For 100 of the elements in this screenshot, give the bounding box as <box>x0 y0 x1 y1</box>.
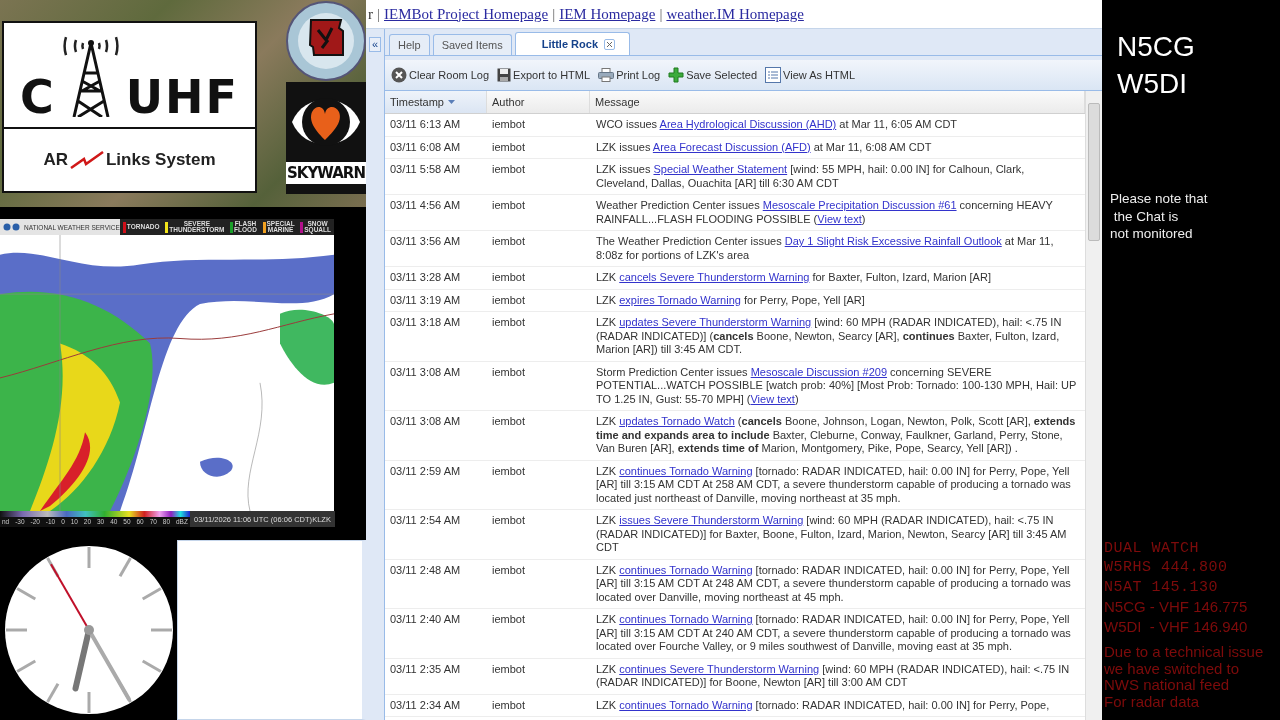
homepage-link[interactable]: IEMBot Project Homepage <box>384 5 549 23</box>
timestamp-cell-text: 03/11 2:40 AM <box>389 612 462 627</box>
timestamp-cell-text: 03/11 5:58 AM <box>389 162 462 177</box>
author-cell-text: iembot <box>491 463 527 479</box>
toolbar-button[interactable]: Save Selected <box>666 67 760 83</box>
author-cell-text: iembot <box>491 292 527 308</box>
list-icon <box>765 67 782 83</box>
column-header[interactable]: Timestamp <box>385 91 487 113</box>
author-cell-text: iembot <box>491 270 527 285</box>
author-cell-text: iembot <box>491 162 527 177</box>
message-link[interactable]: issues Severe Thunderstorm Warning <box>619 514 804 526</box>
author-cell-text: iembot <box>491 562 527 578</box>
message-link[interactable]: Day 1 Slight Risk Excessive Rainfall Outlook <box>784 235 1002 247</box>
message-text: LZK expires Tornado Warning for Perry, Pope, Yell [AR] <box>595 292 866 308</box>
timestamp-cell-text: 03/11 3:19 AM <box>389 292 462 308</box>
link-separator: | <box>552 5 556 23</box>
toolbar-button[interactable]: Export to HTML <box>495 68 593 82</box>
message-text: LZK continues Tornado Warning [tornado: RADAR INDICATED, hail: 0.00 IN] for Perry, Pope, Yell [AR] till 3:15 AM CDT At 240 AM CDT, a severe thunderstorm capable of producing a tornado was located over Fourche Valley, or 9 miles southwest of Danville, moving east at 35 mph. <box>595 612 1072 654</box>
message-link[interactable]: continues Severe Thunderstorm Warning <box>619 662 820 675</box>
message-text: LZK continues Tornado Warning [tornado: RADAR INDICATED, hail: 0.00 IN] for Perry, Pope, <box>595 697 1051 713</box>
message-link[interactable]: Mesoscale Discussion #209 <box>750 365 888 378</box>
message-link[interactable]: Special Weather Statement <box>653 163 788 175</box>
author-cell-text: iembot <box>491 139 527 155</box>
message-text: LZK cancels Severe Thunderstorm Warning for Baxter, Fulton, Izard, Marion [AR] <box>595 270 992 285</box>
message-link[interactable]: updates Tornado Watch <box>619 415 735 427</box>
author-cell-text: iembot <box>491 612 527 627</box>
timestamp-cell-text: 03/11 4:56 AM <box>389 198 462 213</box>
author-cell-text: iembot <box>491 198 527 213</box>
scroll-thumb[interactable] <box>1088 103 1100 241</box>
author-cell-text: iembot <box>491 697 527 713</box>
plus-icon <box>668 67 685 83</box>
message-link[interactable]: Mesoscale Precipitation Discussion #61 <box>762 199 957 211</box>
link-separator: | <box>377 5 380 23</box>
message-text: LZK continues Tornado Warning [tornado: RADAR INDICATED, hail: 0.00 IN] for Perry, Pope, Yell [AR] till 3:15 AM CDT At 248 AM CDT, a severe thunderstorm capable of producing a tornado was located over Danville, moving northeast at 45 mph. <box>595 562 1072 605</box>
frequency-line: N5AT 145.130 <box>1104 577 1220 597</box>
link-separator: | <box>659 5 663 23</box>
message-link[interactable]: cancels Severe Thunderstorm Warning <box>619 271 810 283</box>
message-link[interactable]: continues Tornado Warning <box>619 464 753 477</box>
timestamp-cell-text: 03/11 3:08 AM <box>389 414 462 429</box>
sort-caret-icon <box>448 100 455 104</box>
timestamp-cell-text: 03/11 3:28 AM <box>389 270 462 285</box>
message-text: LZK updates Severe Thunderstorm Warning [wind: 60 MPH (RADAR INDICATED), hail: <.75 IN (RADAR INDICATED)] (cancels Boone, Newton, Searcy [AR], continues Baxter, Fulton, Izard, Marion [AR]) till 3:45 AM CDT. <box>595 315 1063 357</box>
chat-notice: Please note that the Chat is not monitored <box>1109 190 1209 243</box>
callsign: W5DI <box>1116 67 1188 101</box>
printer-icon <box>598 68 615 82</box>
message-link[interactable]: View text <box>817 212 862 225</box>
timestamp-cell-text: 03/11 3:56 AM <box>389 234 462 249</box>
clear-icon <box>391 67 407 83</box>
message-link[interactable]: Area Forecast Discussion (AFD) <box>652 140 811 153</box>
toolbar-button[interactable]: Print Log <box>596 68 663 82</box>
timestamp-cell-text: 03/11 6:08 AM <box>389 139 462 155</box>
message-link[interactable]: expires Tornado Warning <box>619 293 741 306</box>
logo-tagline: AR <box>43 150 68 170</box>
skywarn-label: SKYWARN <box>286 162 366 184</box>
tab[interactable]: Help <box>389 34 430 55</box>
close-icon[interactable] <box>604 38 615 50</box>
homepage-link[interactable]: IEM Homepage <box>559 5 656 23</box>
message-text: The Weather Prediction Center issues Day 1 Slight Risk Excessive Rainfall Outlook at Mar 11, 8:08z for portions of LZK's area <box>595 234 1055 263</box>
timestamp-cell-text: 03/11 2:34 AM <box>389 697 462 713</box>
logo-letter: C <box>19 77 56 117</box>
author-cell-text: iembot <box>491 414 527 429</box>
tab[interactable]: Saved Items <box>432 34 512 55</box>
author-cell-text: iembot <box>491 234 527 249</box>
homepage-link[interactable]: weather.IM Homepage <box>666 5 804 23</box>
message-text: LZK continues Severe Thunderstorm Warning [wind: 60 MPH (RADAR INDICATED), hail: <.75 IN (RADAR INDICATED)] for Boone, Newton [AR] till 3:00 AM CDT <box>595 661 1071 690</box>
author-cell-text: iembot <box>491 661 527 677</box>
timestamp-cell-text: 03/11 3:08 AM <box>389 364 462 380</box>
agency-emblems-icon <box>3 223 21 231</box>
message-text: LZK updates Tornado Watch (cancels Boone, Johnson, Logan, Newton, Polk, Scott [AR], extends time and expands area to include Baxter, Cleburne, Conway, Faulkner, Garland, Perry, Stone, Van Buren [AR], extends time of Marion, Montgomery, Pike, Pope, Searcy, Yell [AR]) . <box>595 414 1077 456</box>
message-text: LZK issues Special Weather Statement [wind: 55 MPH, hail: 0.00 IN] for Calhoun, Clark, Cleveland, Dallas, Ouachita [AR] till 6:30 AM CDT <box>595 162 1026 191</box>
timestamp-cell-text: 03/11 3:18 AM <box>389 315 462 330</box>
lightning-bolt-icon <box>69 151 104 169</box>
timestamp-cell-text: 03/11 6:13 AM <box>389 117 462 132</box>
author-cell-text: iembot <box>491 117 527 132</box>
tab[interactable]: Little Rock <box>514 32 630 55</box>
message-link[interactable]: continues Tornado Warning <box>619 613 753 625</box>
message-link[interactable]: Area Hydrological Discussion (AHD) <box>659 118 837 130</box>
frequency-line: W5RHS 444.800 <box>1104 558 1229 578</box>
author-cell-text: iembot <box>491 315 527 330</box>
logo-tagline: Links System <box>105 150 216 170</box>
cut-text: r <box>368 5 373 23</box>
message-link[interactable]: updates Severe Thunderstorm Warning <box>619 316 812 328</box>
timestamp-cell-text: 03/11 2:48 AM <box>389 562 462 578</box>
callsign: N5CG <box>1116 30 1196 64</box>
toolbar-button[interactable]: View As HTML <box>763 67 858 83</box>
message-link[interactable]: continues Tornado Warning <box>619 563 753 576</box>
timestamp-cell-text: 03/11 2:35 AM <box>389 661 462 677</box>
message-link[interactable]: continues Tornado Warning <box>619 698 753 711</box>
frequency-line: N5CG - VHF 146.775 <box>1104 597 1249 617</box>
timestamp-cell-text: 03/11 2:59 AM <box>389 463 462 479</box>
message-text: WCO issues Area Hydrological Discussion (AHD) at Mar 11, 6:05 AM CDT <box>595 117 959 132</box>
column-header[interactable]: Author <box>487 91 590 113</box>
message-text: Weather Prediction Center issues Mesoscale Precipitation Discussion #61 concerning HEAVY RAINFALL...FLASH FLOODING POSSIBLE (View text) <box>595 198 1054 227</box>
scrollbar[interactable] <box>1085 91 1102 720</box>
author-cell-text: iembot <box>491 364 527 380</box>
message-text: LZK continues Tornado Warning [tornado: RADAR INDICATED, hail: 0.00 IN] for Perry, Pope, Yell [AR] till 3:15 AM CDT At 258 AM CDT, a severe thunderstorm capable of producing a tornado was located just northeast of Danville, moving northeast at 35 mph. <box>595 463 1072 506</box>
toolbar-button[interactable]: Clear Room Log <box>389 67 492 83</box>
collapse-button[interactable]: « <box>368 37 382 52</box>
author-cell-text: iembot <box>491 513 527 528</box>
message-link[interactable]: View text <box>750 392 795 405</box>
